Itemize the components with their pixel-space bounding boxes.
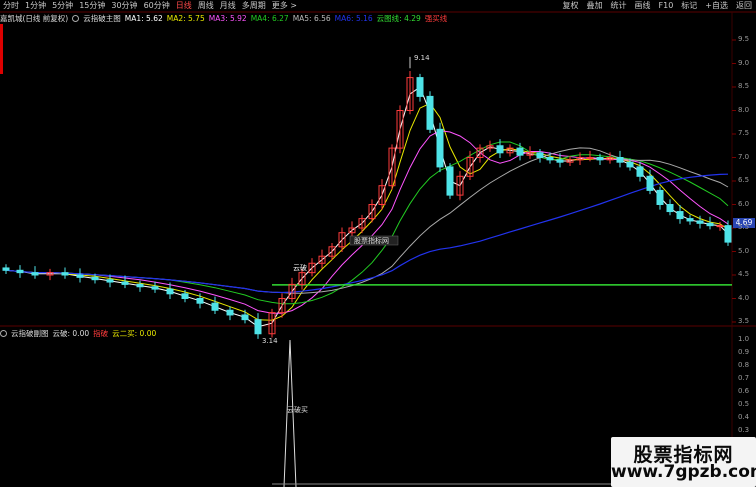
- candle-body: [656, 189, 664, 205]
- price-axis-label: 8.5: [738, 82, 750, 90]
- price-axis-label: 8.0: [738, 105, 750, 114]
- candle-body: [151, 286, 159, 290]
- candle-body: [586, 157, 594, 159]
- high-price-label: 9.14: [414, 54, 430, 62]
- candle-body: [254, 319, 262, 335]
- cloud-break-label: 云破: [293, 263, 307, 272]
- price-axis-label: 6.0: [738, 199, 750, 208]
- candle-body: [596, 157, 604, 161]
- ma1-line: [5, 86, 729, 328]
- candle-body: [724, 225, 732, 243]
- candle-body: [616, 157, 624, 163]
- sub-buy-label: 云破买: [287, 405, 308, 414]
- candle-body: [196, 298, 204, 304]
- price-axis-label: 7.0: [738, 152, 750, 161]
- low-price-label: 3.14: [262, 337, 278, 345]
- price-axis-label: 6.5: [738, 176, 750, 184]
- candle-body: [686, 218, 694, 222]
- candle-body: [496, 145, 504, 154]
- candle-body: [226, 309, 234, 316]
- price-axis-label: 9.0: [738, 58, 750, 67]
- candle-body: [31, 272, 39, 276]
- sub-axis-label: 0.6: [738, 387, 750, 395]
- candle-body: [546, 157, 554, 161]
- candle-body: [181, 293, 189, 299]
- watermark-url: www.7gpzb.com: [611, 462, 756, 482]
- candle-body: [516, 147, 524, 156]
- sub-axis-label: 0.4: [738, 413, 750, 421]
- candle-body: [626, 161, 634, 168]
- candle-body: [676, 211, 684, 220]
- sub-axis-label: 0.9: [738, 348, 750, 356]
- candle-body: [166, 288, 174, 295]
- candle-body: [76, 274, 84, 278]
- candle-body: [706, 222, 714, 227]
- candle-body: [556, 159, 564, 163]
- candle-body: [716, 225, 724, 228]
- candle-body: [241, 314, 249, 321]
- candle-body: [646, 175, 654, 191]
- ma2-line: [5, 102, 729, 321]
- price-axis-label: 4.5: [738, 270, 750, 278]
- price-axis-label: 5.0: [738, 246, 750, 255]
- candle-body: [416, 77, 424, 97]
- sub-axis-label: 0.5: [738, 400, 750, 408]
- candle-body: [16, 269, 24, 274]
- candle-body: [636, 166, 644, 177]
- candle-body: [136, 283, 144, 288]
- price-axis-label: 9.5: [738, 35, 750, 43]
- candle-body: [536, 152, 544, 159]
- candle-body: [121, 281, 129, 285]
- candle-body: [666, 204, 674, 213]
- price-axis-label: 5.5: [738, 223, 750, 231]
- sub-axis-label: 0.7: [738, 374, 750, 382]
- candle-body: [696, 220, 704, 224]
- sub-axis-label: 1.0: [738, 335, 750, 343]
- candle-body: [426, 95, 434, 130]
- website-label: 股票指标网: [354, 236, 389, 245]
- candle-body: [2, 267, 10, 271]
- candle-body: [106, 279, 114, 283]
- candle-body: [91, 276, 99, 281]
- ma6-line: [5, 173, 729, 294]
- price-axis-label: 3.5: [738, 317, 750, 325]
- price-axis-label: 4.0: [738, 293, 750, 302]
- candle-body: [61, 272, 69, 276]
- candle-body: [436, 128, 444, 168]
- watermark-logo: 股票指标网 www.7gpzb.com: [611, 437, 756, 487]
- candle-body: [211, 302, 219, 311]
- sub-axis-label: 0.3: [738, 426, 750, 434]
- sub-axis-label: 0.8: [738, 361, 750, 369]
- candle-body: [446, 166, 454, 196]
- ma5-line: [5, 147, 729, 294]
- price-axis-label: 7.5: [738, 129, 750, 137]
- kline-chart[interactable]: 云破买 9.14 3.14 云破 股票指标网: [0, 0, 756, 487]
